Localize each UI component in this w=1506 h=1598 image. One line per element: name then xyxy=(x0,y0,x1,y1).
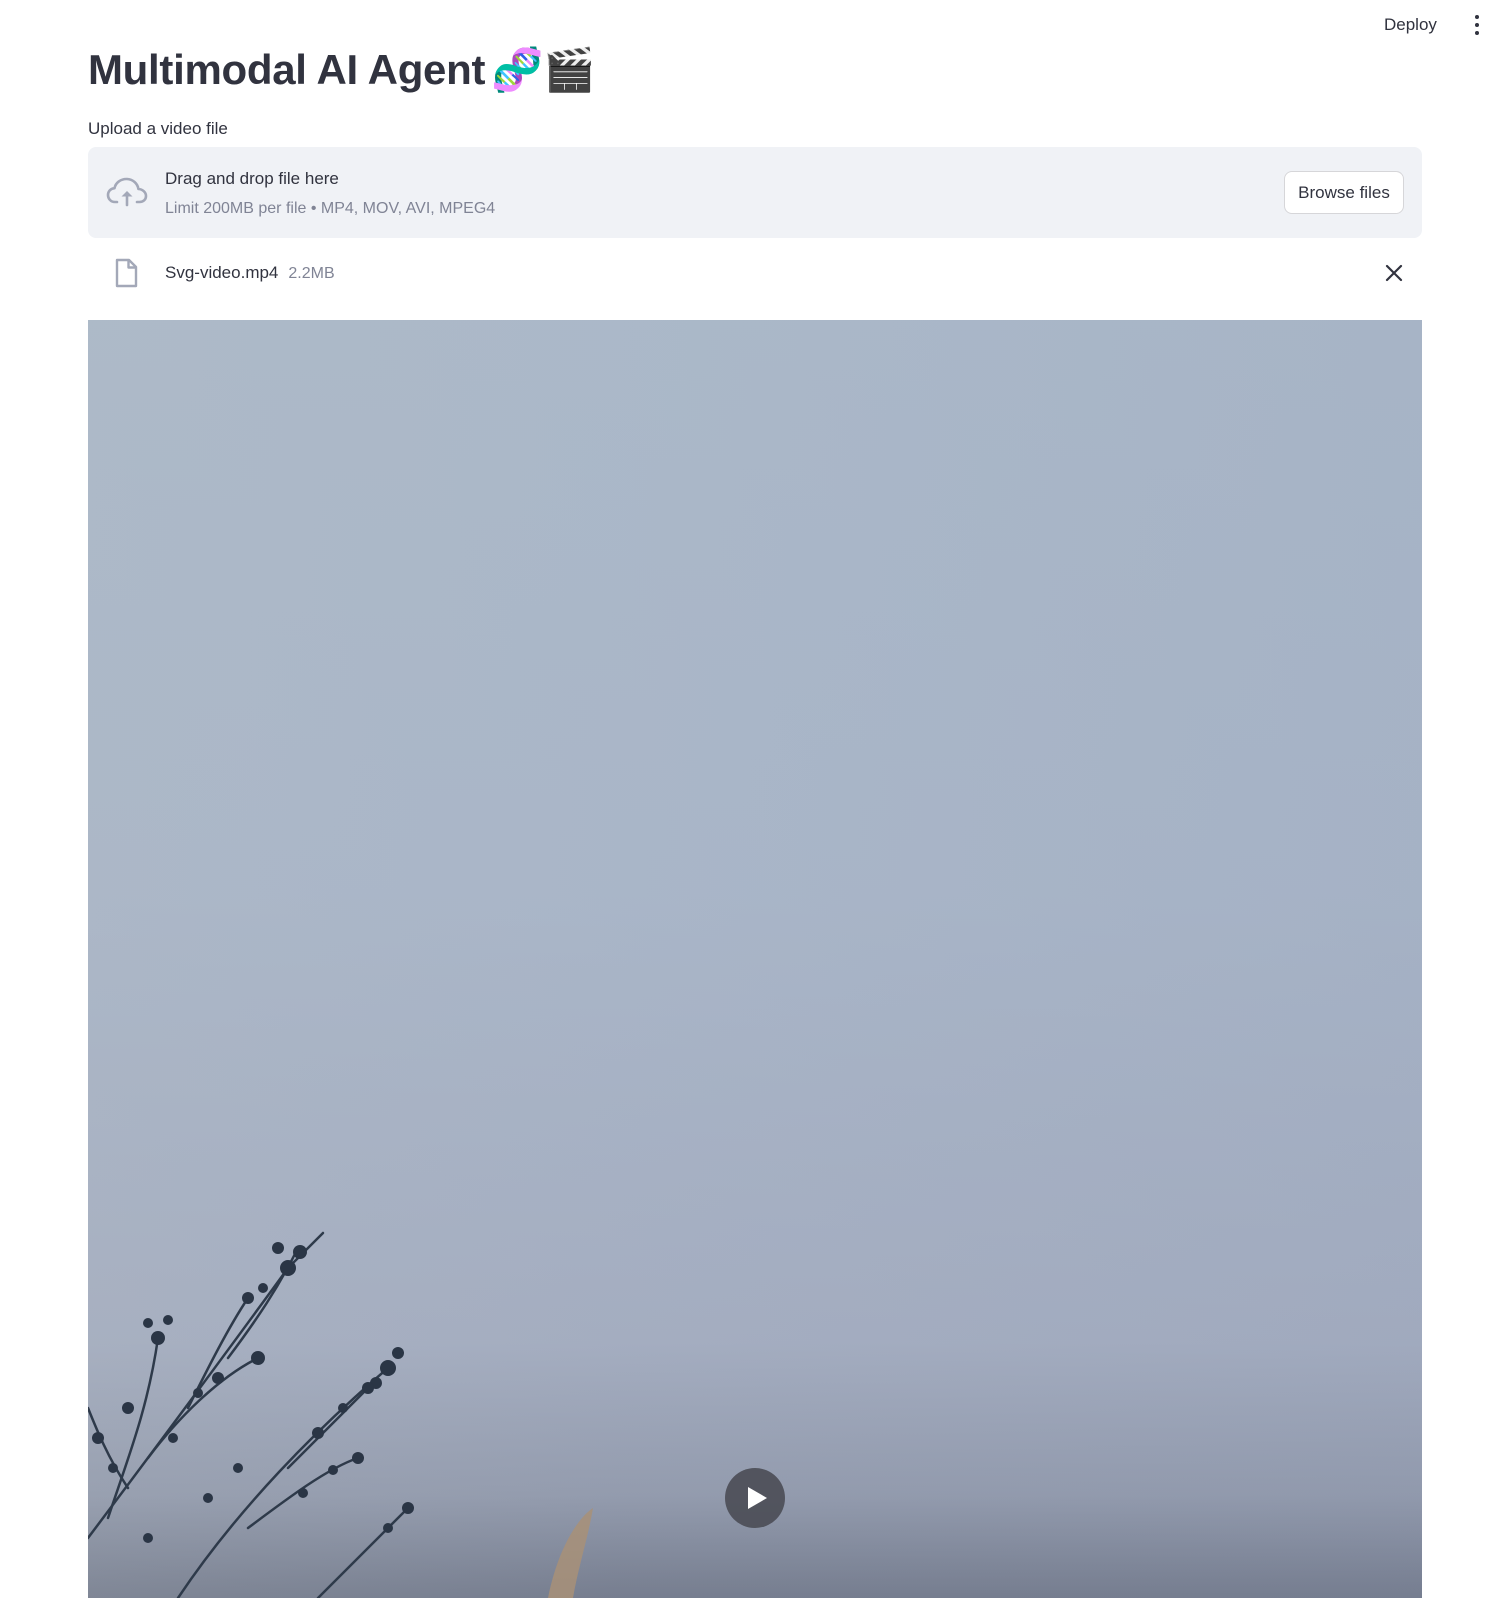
uploaded-file-name: Svg-video.mp4 xyxy=(165,263,279,282)
dropzone-title: Drag and drop file here xyxy=(165,169,339,188)
cloud-upload-icon xyxy=(106,177,148,207)
dropzone-limit-text: Limit 200MB per file • MP4, MOV, AVI, MP… xyxy=(165,200,496,217)
uploader-label: Upload a video file xyxy=(88,119,228,138)
title-emoji: 🧬🎬 xyxy=(491,46,596,93)
play-icon xyxy=(748,1487,767,1509)
file-dropzone[interactable]: Drag and drop file here Limit 200MB per … xyxy=(88,147,1422,238)
uploaded-file-size: 2.2MB xyxy=(288,265,335,282)
video-player[interactable] xyxy=(88,320,1422,1598)
kebab-menu-icon[interactable] xyxy=(1466,12,1488,38)
page-title-text: Multimodal AI Agent xyxy=(88,46,486,93)
play-button[interactable] xyxy=(725,1468,785,1528)
deploy-button[interactable]: Deploy xyxy=(1378,11,1443,39)
uploaded-file-row: Svg-video.mp4 2.2MB xyxy=(88,252,1422,294)
page-title: Multimodal AI Agent 🧬🎬 xyxy=(88,40,595,100)
uploaded-file-info: Svg-video.mp4 2.2MB xyxy=(165,260,335,287)
browse-files-button[interactable]: Browse files xyxy=(1284,171,1404,214)
file-icon xyxy=(115,258,138,288)
close-icon[interactable] xyxy=(1382,261,1406,285)
video-frame-branches xyxy=(88,1231,593,1598)
